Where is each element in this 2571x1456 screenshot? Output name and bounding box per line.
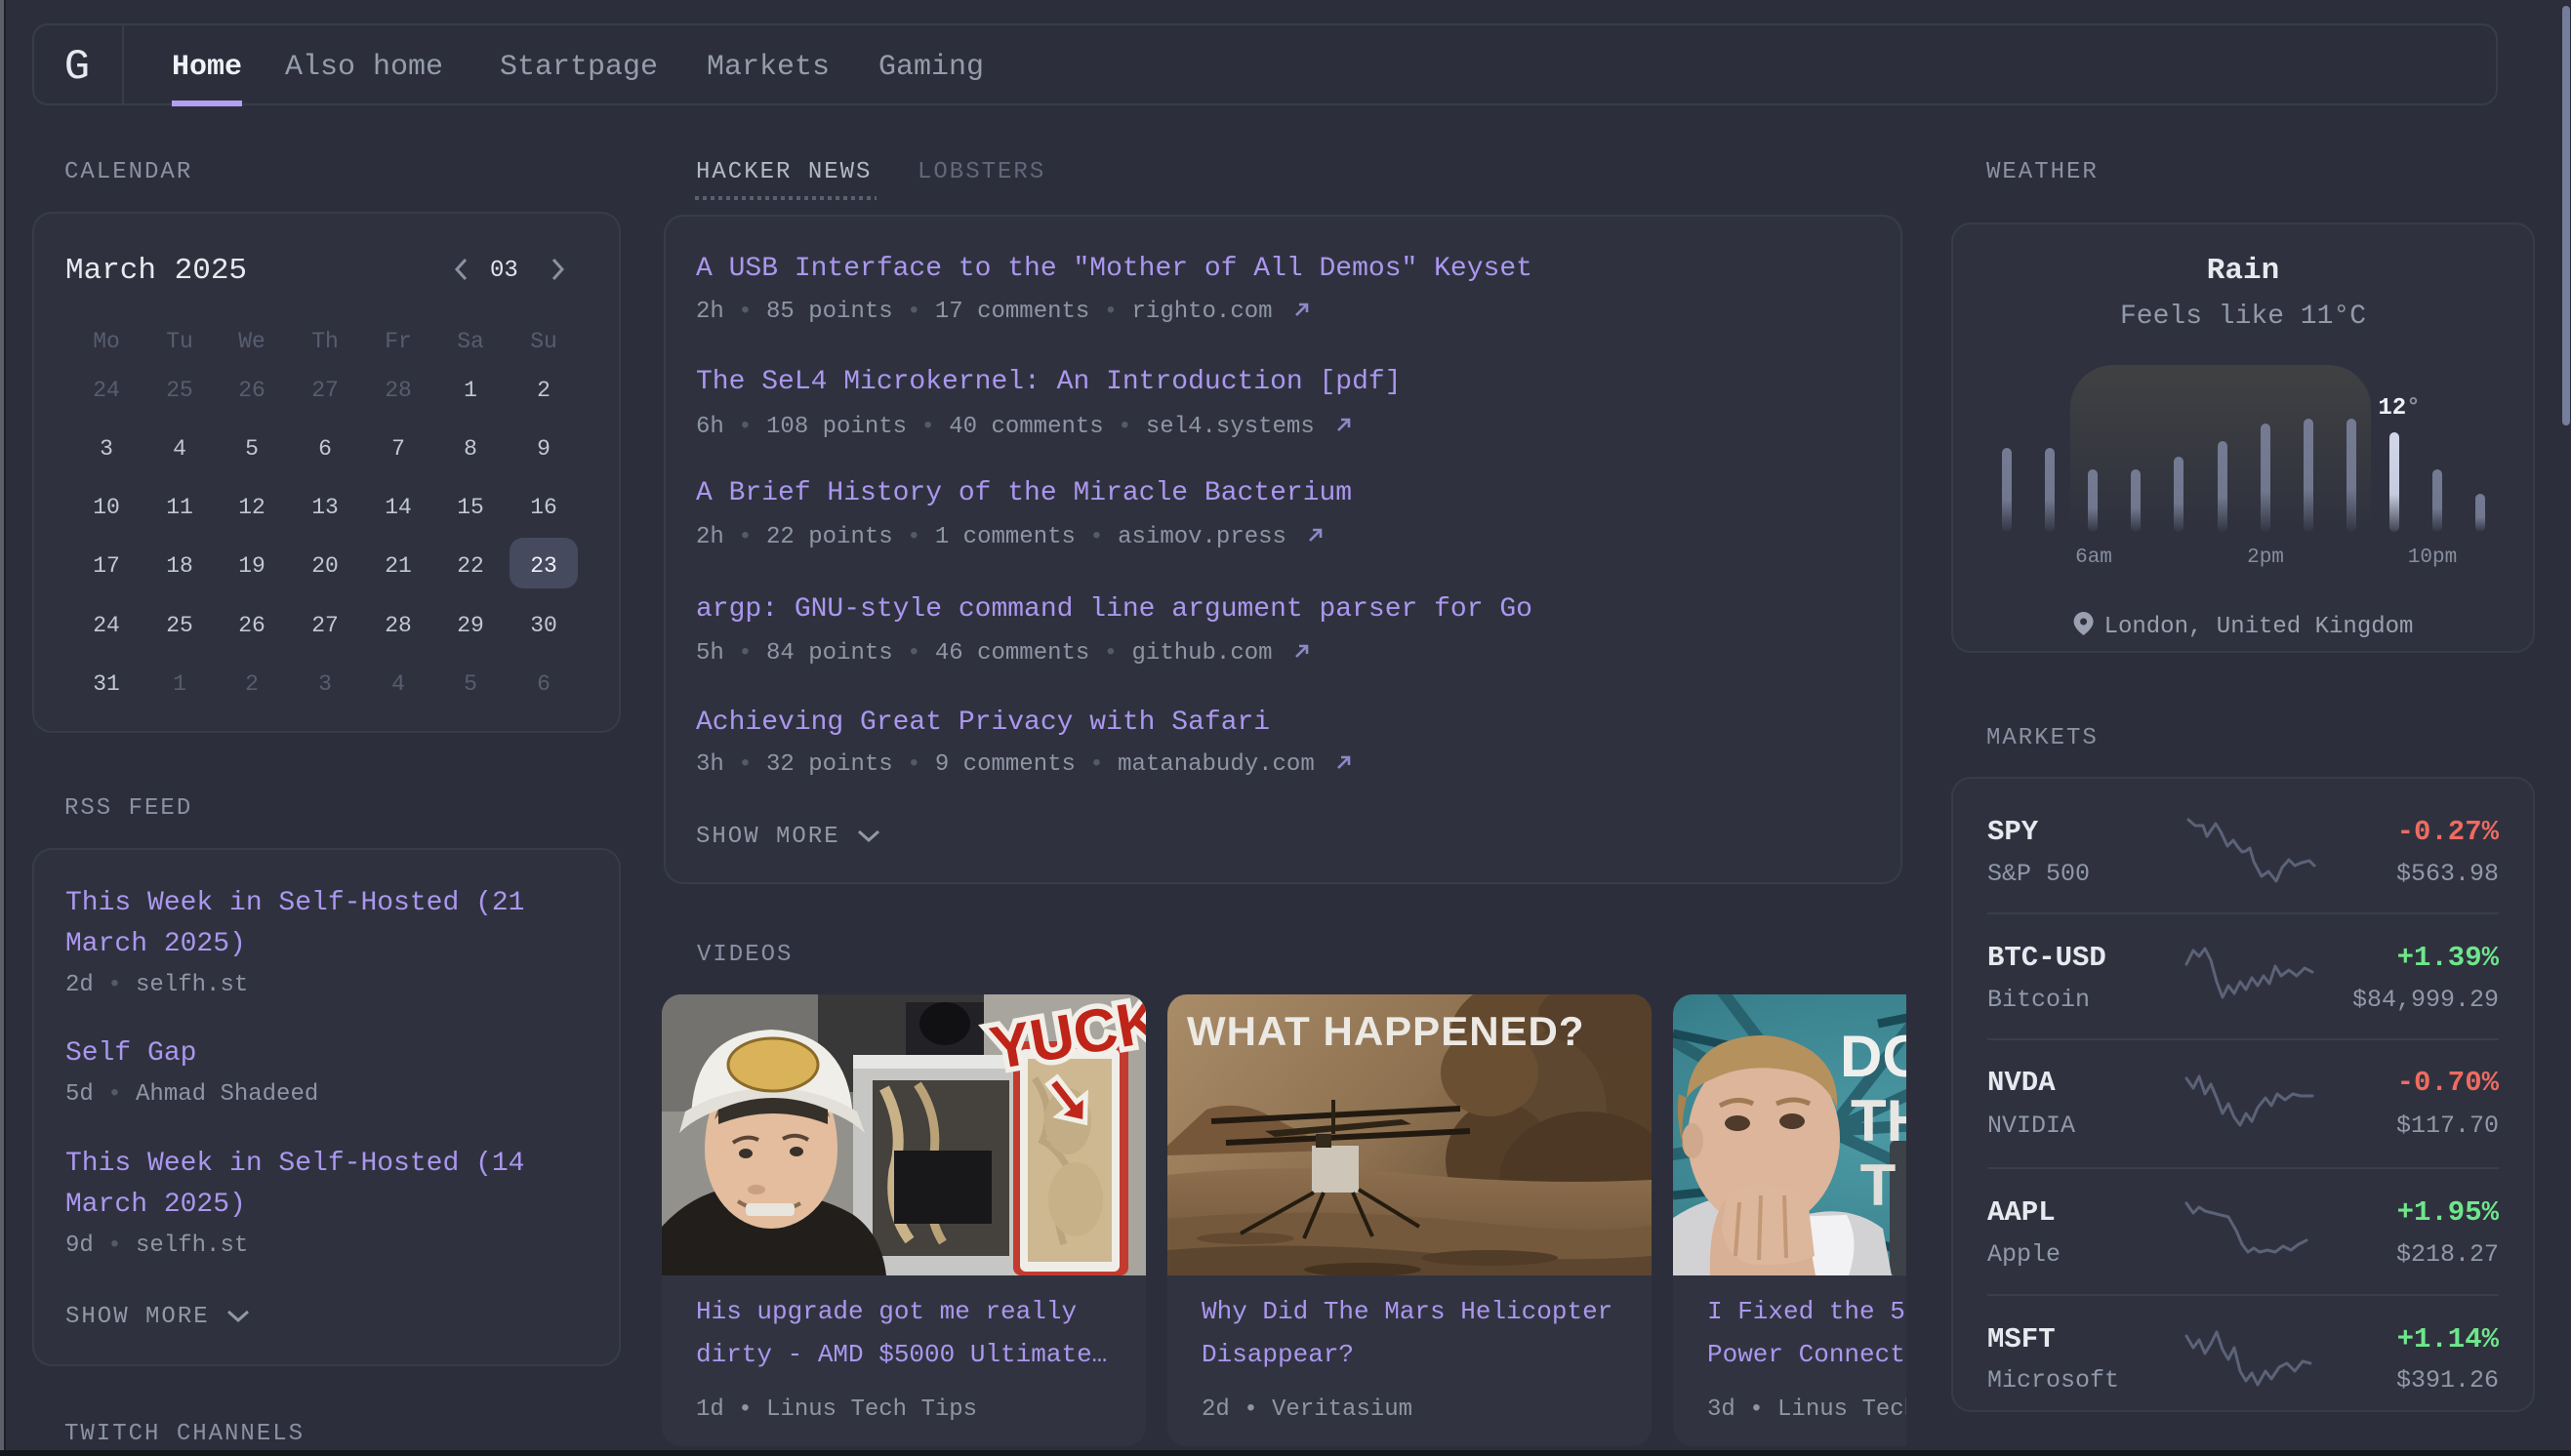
svg-text:TH: TH [1851, 1088, 1906, 1153]
svg-text:DO: DO [1840, 1024, 1906, 1089]
svg-text:WHAT HAPPENED?: WHAT HAPPENED? [1187, 1008, 1585, 1054]
svg-text:T: T [1860, 1153, 1897, 1218]
